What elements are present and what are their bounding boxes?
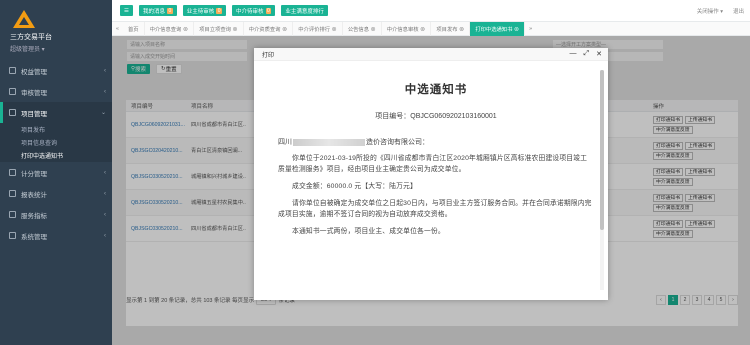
logo: 三方交易平台 超级管理员 ▾ <box>0 0 112 60</box>
sidebar-item-label: 服务指标 <box>21 212 47 220</box>
count-badge: 0 <box>166 7 173 14</box>
chevron-left-icon: ‹ <box>104 169 106 176</box>
messages-button[interactable]: 我的消息 0 <box>138 5 177 16</box>
menu-toggle-button[interactable]: ☰ <box>120 5 133 16</box>
home-icon <box>9 67 16 74</box>
chevron-down-icon: ⌄ <box>100 110 106 116</box>
addressee: 四川 造价咨询有限公司： <box>278 137 594 147</box>
project-icon <box>9 109 16 116</box>
scoring-icon <box>9 169 16 176</box>
project-number: 项目编号：QBJCG0609202103160001 <box>375 113 497 120</box>
count-badge: 0 <box>216 7 223 14</box>
logout-link[interactable]: 退出 <box>733 7 744 15</box>
print-dialog: 打印 — ⤢ ✕ 中选通知书 项目编号：QBJCG060920210316000… <box>254 48 608 300</box>
top-right-actions: 关闭操作 ▾ 退出 <box>697 7 744 15</box>
sidebar-subitem-publish[interactable]: 项目发布 <box>0 123 112 136</box>
sidebar-item-reports[interactable]: 报表统计 ‹ <box>0 183 112 204</box>
button-label: 业主待审核 <box>186 8 215 15</box>
sidebar-item-scoring[interactable]: 计分管理 ‹ <box>0 162 112 183</box>
document-scrollbar[interactable] <box>600 70 604 290</box>
deal-amount: 成交金额：60000.0 元【大写：陆万元】 <box>292 183 417 190</box>
tab-print-notice[interactable]: 打印中选通知书 ⊗ <box>470 21 526 36</box>
sidebar-item-label: 权益管理 <box>21 68 47 76</box>
tab-home[interactable]: 首页 <box>123 21 145 36</box>
chevron-left-icon: ‹ <box>104 211 106 218</box>
logo-triangle-icon <box>13 10 35 28</box>
dialog-title: 打印 <box>262 52 275 59</box>
sidebar-item-rights[interactable]: 权益管理 ‹ <box>0 60 112 81</box>
sidebar-subitem-print[interactable]: 打印中选通知书 <box>0 149 112 162</box>
tabs-scroll-right-icon[interactable]: » <box>525 26 536 32</box>
gear-icon <box>9 232 16 239</box>
current-user[interactable]: 超级管理员 ▾ <box>10 44 45 53</box>
brand-name: 三方交易平台 <box>10 34 52 41</box>
sidebar-item-label: 审核管理 <box>21 89 47 97</box>
tab-agency-ranking[interactable]: 中介评价排行 ⊗ <box>293 21 343 36</box>
addressee-prefix: 四川 <box>278 139 292 146</box>
tab-agency-audit[interactable]: 中介信息审核 ⊗ <box>382 21 432 36</box>
close-operations-menu[interactable]: 关闭操作 ▾ <box>697 7 723 15</box>
owner-pending-button[interactable]: 业主待审核 0 <box>182 5 227 16</box>
close-icon[interactable]: ✕ <box>596 50 602 58</box>
notice-document: 中选通知书 项目编号：QBJCG0609202103160001 四川 造价咨询… <box>266 70 606 294</box>
chevron-left-icon: ‹ <box>104 67 106 74</box>
notice-paragraph-2: 请你单位自被确定为成交单位之日起30日内，与项目业主方签订服务合同。并在合同承诺… <box>278 200 592 218</box>
dialog-header: 打印 <box>254 48 608 61</box>
button-label: 业主满意度排行 <box>285 8 324 15</box>
redacted-text <box>293 138 365 146</box>
tab-announcements[interactable]: 公告信息 ⊗ <box>343 21 382 36</box>
chart-icon <box>9 190 16 197</box>
tab-project-setup[interactable]: 项目立项查询 ⊗ <box>194 21 244 36</box>
sidebar: 三方交易平台 超级管理员 ▾ 权益管理 ‹ 审核管理 ‹ 项目管理 ⌄ 项目发布 项目… <box>0 0 112 345</box>
agency-pending-button[interactable]: 中介待审核 0 <box>232 5 276 16</box>
chevron-left-icon: ‹ <box>104 232 106 239</box>
chevron-left-icon: ‹ <box>104 88 106 95</box>
tab-agency-info[interactable]: 中介信息查询 ⊗ <box>145 21 195 36</box>
notice-paragraph-1: 你单位于2021-03-19所投的《四川省成都市青白江区2020年城厢镇片区高标… <box>278 155 588 173</box>
tab-project-publish[interactable]: 项目发布 ⊗ <box>431 21 471 36</box>
chevron-left-icon: ‹ <box>104 190 106 197</box>
sidebar-item-label: 报表统计 <box>21 191 47 199</box>
page-tabs: « 首页 中介信息查询 ⊗ 项目立项查询 ⊗ 中介资质查询 ⊗ 中介评价排行 ⊗… <box>112 21 750 36</box>
minimize-icon[interactable]: — <box>570 50 577 58</box>
button-label: 中介待审核 <box>236 8 264 15</box>
tab-agency-qualification[interactable]: 中介资质查询 ⊗ <box>244 21 294 36</box>
sidebar-item-audit[interactable]: 审核管理 ‹ <box>0 81 112 102</box>
satisfaction-ranking-button[interactable]: 业主满意度排行 <box>281 5 328 16</box>
sidebar-subitem-query[interactable]: 项目信息查询 <box>0 136 112 149</box>
scrollbar-thumb[interactable] <box>600 70 604 230</box>
tabs-scroll-left-icon[interactable]: « <box>112 26 123 32</box>
sidebar-item-label: 项目管理 <box>21 110 47 118</box>
sidebar-item-projects[interactable]: 项目管理 ⌄ <box>0 102 112 123</box>
audit-icon <box>9 88 16 95</box>
document-heading: 中选通知书 <box>404 84 468 96</box>
button-label: 我的消息 <box>142 8 165 15</box>
top-bar: ☰ 我的消息 0 业主待审核 0 中介待审核 0 业主满意度排行 关闭操作 ▾ 退出 <box>112 0 750 22</box>
notice-paragraph-3: 本通知书一式两份，项目业主、成交单位各一份。 <box>292 228 445 235</box>
addressee-suffix: 造价咨询有限公司： <box>366 139 429 146</box>
service-icon <box>9 211 16 218</box>
sidebar-item-service[interactable]: 服务指标 ‹ <box>0 204 112 225</box>
sidebar-item-label: 计分管理 <box>21 170 47 178</box>
count-badge: 0 <box>265 7 272 14</box>
sidebar-item-system[interactable]: 系统管理 ‹ <box>0 225 112 246</box>
dialog-controls: — ⤢ ✕ <box>570 50 602 58</box>
maximize-icon[interactable]: ⤢ <box>584 50 590 58</box>
sidebar-item-label: 系统管理 <box>21 233 47 241</box>
